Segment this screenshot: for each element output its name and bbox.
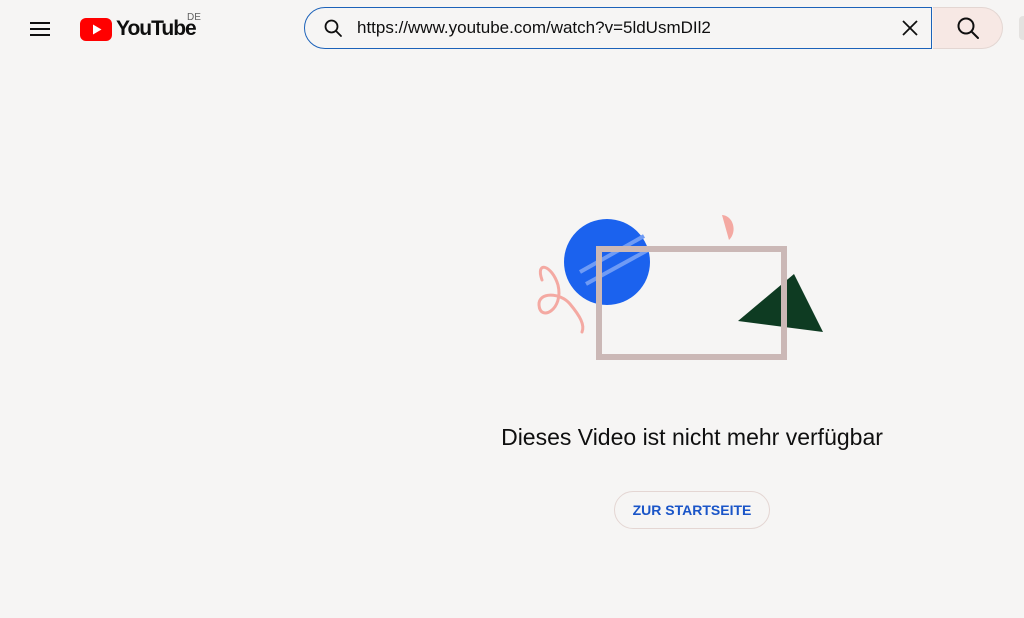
top-bar: YouTube DE [0, 0, 1024, 58]
search-box[interactable] [304, 7, 932, 49]
youtube-logo[interactable]: YouTube [80, 16, 197, 42]
unavailable-video-illustration [537, 215, 823, 360]
search-icon [957, 17, 979, 39]
blue-circle-shape [564, 219, 650, 305]
green-triangle-shape [738, 274, 823, 332]
logo-text: YouTube [116, 17, 197, 40]
unavailable-message: Dieses Video ist nicht mehr verfügbar [501, 424, 883, 450]
menu-button[interactable] [20, 9, 60, 49]
clear-search-button[interactable] [895, 13, 925, 43]
search-button[interactable] [933, 7, 1003, 49]
search-input[interactable] [357, 16, 877, 40]
close-icon [902, 20, 918, 36]
country-code: DE [187, 12, 201, 23]
hamburger-menu-icon [30, 22, 50, 36]
search-icon [324, 19, 342, 37]
pink-half-circle-shape [722, 215, 734, 240]
go-home-button[interactable]: ZUR STARTSEITE [614, 491, 770, 529]
youtube-play-icon [80, 17, 112, 41]
voice-search-edge[interactable] [1019, 16, 1024, 40]
